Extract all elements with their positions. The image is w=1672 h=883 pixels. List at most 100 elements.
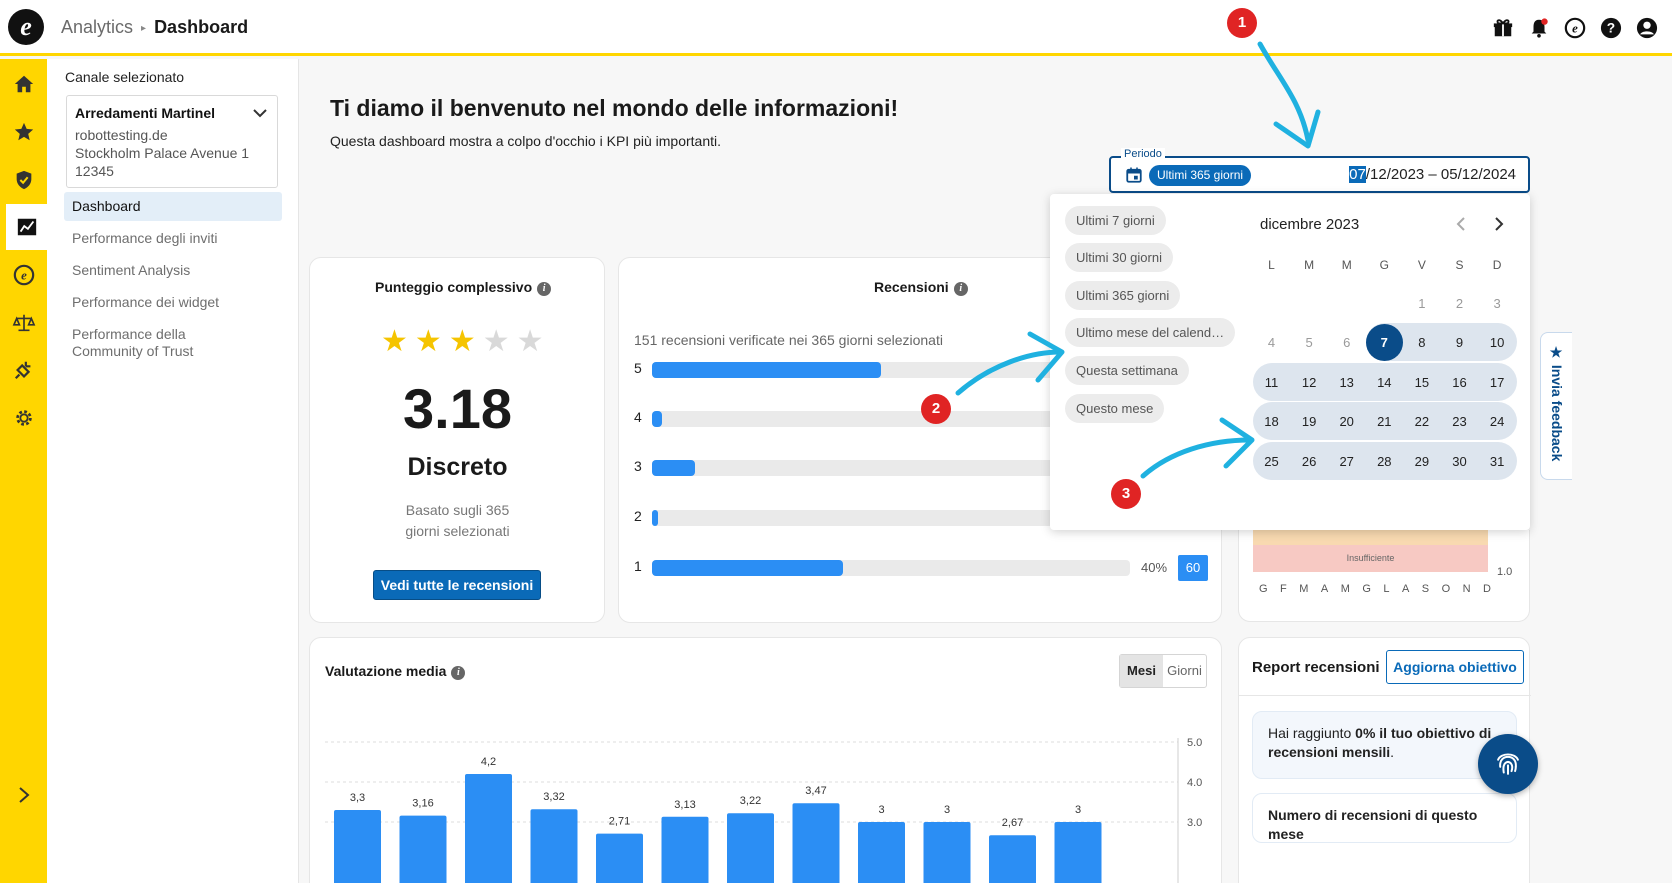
date-selected-segment[interactable]: 07 [1349, 166, 1366, 183]
calendar-day[interactable]: 19 [1291, 403, 1328, 440]
calendar-day[interactable]: 6 [1328, 324, 1365, 361]
period-field[interactable]: Periodo Ultimi 365 giorni 07/12/2023 – 0… [1109, 148, 1530, 193]
calendar-day[interactable]: 15 [1403, 364, 1440, 401]
calendar-day[interactable]: 5 [1291, 324, 1328, 361]
info-icon[interactable]: i [537, 282, 552, 296]
calendar-day[interactable]: 27 [1328, 443, 1365, 480]
star-empty-icon: ★ [482, 325, 510, 358]
star-icon[interactable] [0, 109, 47, 155]
calendar-day[interactable]: 28 [1366, 443, 1403, 480]
star-filled-icon: ★ [414, 325, 442, 358]
distribution-track [652, 560, 1130, 576]
info-icon[interactable]: i [953, 282, 968, 296]
feedback-tab[interactable]: ★ Invia feedback [1540, 332, 1572, 480]
overall-score-title: Punteggio complessivo i [375, 279, 552, 296]
bar-value-label: 2,71 [609, 816, 630, 828]
breadcrumb-analytics[interactable]: Analytics [61, 17, 133, 37]
scales-icon[interactable] [0, 300, 47, 346]
brand-logo[interactable]: e [8, 9, 44, 45]
calendar-day[interactable]: 20 [1328, 403, 1365, 440]
calendar-day[interactable]: 1 [1403, 285, 1440, 322]
gift-icon[interactable] [1491, 16, 1514, 39]
help-icon[interactable]: ? [1599, 16, 1622, 39]
preset-last-365-days[interactable]: Ultimi 365 giorni [1065, 281, 1181, 310]
shield-check-icon[interactable] [0, 157, 47, 203]
nav-invite-performance[interactable]: Performance degli inviti [64, 224, 282, 253]
chart-bar [399, 815, 447, 883]
svg-text:e: e [21, 269, 27, 283]
calendar-day[interactable]: 10 [1479, 324, 1516, 361]
analytics-chart-icon[interactable] [6, 204, 47, 250]
home-icon[interactable] [0, 61, 47, 107]
calendar-day[interactable]: 2 [1441, 285, 1478, 322]
channel-selector[interactable]: Arredamenti Martinel robottesting.de Sto… [66, 95, 278, 188]
bell-icon[interactable] [1527, 16, 1550, 39]
overall-score-card: Punteggio complessivo i ★ ★ ★ ★ ★ 3.18 Di… [309, 257, 605, 623]
nav-dashboard[interactable]: Dashboard [64, 192, 282, 221]
star-filled-icon: ★ [381, 325, 408, 358]
fingerprint-button[interactable] [1478, 734, 1538, 794]
calendar-day[interactable]: 23 [1441, 403, 1478, 440]
calendar-day[interactable]: 8 [1403, 324, 1440, 361]
calendar-day[interactable]: 25 [1253, 443, 1290, 480]
average-rating-chart: 5.0 4.0 3.0 3,3 3,16 4,2 3,32 2,71 3,13 3,22 3,47 3… [325, 737, 1202, 883]
brand-e-icon[interactable]: e [0, 252, 47, 298]
calendar-day[interactable]: 18 [1253, 403, 1290, 440]
band-label: Insufficiente [1346, 553, 1395, 563]
calendar-day[interactable]: 30 [1441, 443, 1478, 480]
y-tick-label: 3.0 [1187, 817, 1202, 829]
calendar-day[interactable]: 9 [1441, 324, 1478, 361]
nav-community-of-trust[interactable]: Performance della Community of Trust [64, 320, 264, 366]
user-icon[interactable] [1635, 16, 1658, 39]
chevron-right-icon[interactable] [0, 772, 47, 818]
calendar-day[interactable]: 14 [1366, 364, 1403, 401]
bar-value-label: 3,22 [740, 795, 761, 807]
calendar-day[interactable]: 11 [1253, 364, 1290, 401]
view-all-reviews-button[interactable]: Vedi tutte le recensioni [373, 570, 541, 600]
calendar-day[interactable]: 4 [1253, 324, 1290, 361]
calendar-day[interactable]: 13 [1328, 364, 1365, 401]
chart-bar [923, 822, 971, 883]
mini-month-label: A [1320, 583, 1329, 595]
period-date-range[interactable]: 07/12/2023 – 05/12/2024 [1349, 166, 1516, 183]
calendar-day[interactable]: 21 [1366, 403, 1403, 440]
overall-score-title-text: Punteggio complessivo [375, 279, 533, 295]
mini-month-label: D [1483, 583, 1491, 595]
row-count-badge[interactable]: 60 [1178, 555, 1208, 581]
star-empty-icon: ★ [516, 325, 544, 358]
calendar-day[interactable]: 17 [1479, 364, 1516, 401]
nav-widget-performance[interactable]: Performance dei widget [64, 288, 282, 317]
preset-this-week[interactable]: Questa settimana [1065, 356, 1189, 385]
preset-last-30-days[interactable]: Ultimi 30 giorni [1065, 243, 1173, 272]
gear-icon[interactable] [0, 395, 47, 441]
star-rating: ★ ★ ★ ★ ★ [381, 324, 544, 359]
calendar-day[interactable]: 12 [1291, 364, 1328, 401]
brand-e-icon[interactable]: e [1563, 16, 1586, 39]
distribution-fill [652, 362, 882, 378]
chevron-left-icon[interactable] [1454, 216, 1468, 232]
calendar-day[interactable]: 29 [1403, 443, 1440, 480]
chevron-down-icon[interactable] [253, 108, 267, 118]
calendar-day[interactable]: 16 [1441, 364, 1478, 401]
calendar-day[interactable]: 3 [1479, 285, 1516, 322]
preset-last-calendar-month[interactable]: Ultimo mese del calend… [1065, 318, 1236, 347]
basis-line1: Basato sugli 365 [405, 502, 510, 518]
update-goal-button[interactable]: Aggiorna obiettivo [1386, 650, 1524, 684]
nav-sentiment-analysis[interactable]: Sentiment Analysis [64, 256, 282, 285]
chevron-right-icon[interactable] [1492, 216, 1506, 232]
calendar-icon[interactable] [1125, 166, 1143, 184]
bar-value-label: 3 [878, 804, 884, 816]
preset-last-7-days[interactable]: Ultimi 7 giorni [1065, 206, 1166, 235]
reviews-title: Recensioni i [874, 279, 968, 296]
calendar-day[interactable]: 22 [1403, 403, 1440, 440]
calendar-day[interactable]: 24 [1479, 403, 1516, 440]
mini-y-label: 1.0 [1497, 566, 1513, 578]
calendar-day-selected[interactable]: 7 [1365, 324, 1403, 361]
svg-text:?: ? [1606, 20, 1614, 35]
preset-this-month[interactable]: Questo mese [1065, 394, 1165, 423]
calendar-day[interactable]: 26 [1291, 443, 1328, 480]
calendar-day[interactable]: 31 [1479, 443, 1516, 480]
period-preset-chip[interactable]: Ultimi 365 giorni [1149, 165, 1252, 186]
plug-icon[interactable] [0, 347, 47, 393]
annotation-marker-2: 2 [921, 394, 951, 424]
